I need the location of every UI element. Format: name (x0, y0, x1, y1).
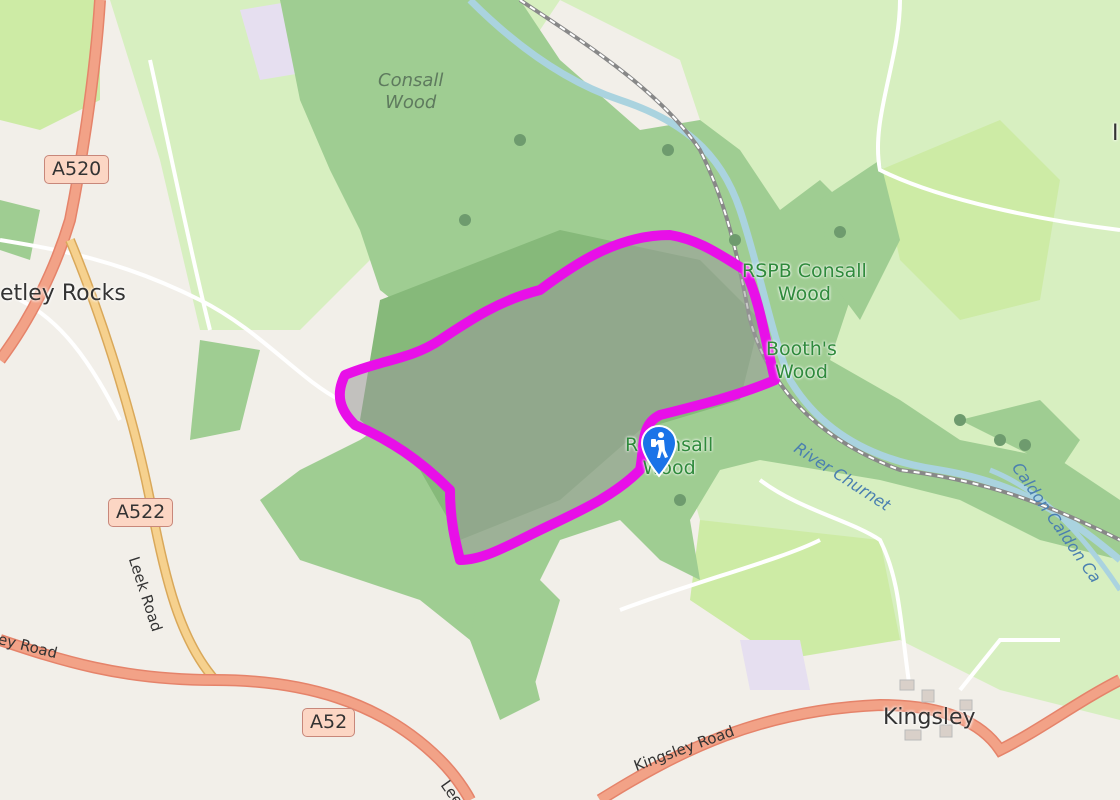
map-viewport[interactable]: Consall Wood etley Rocks Kingsley I RSPB… (0, 0, 1120, 800)
reserve-label-line2: Wood (777, 282, 831, 305)
reserve-label-line1: RSPB Consall (742, 260, 867, 282)
wood-label-line2: Wood (385, 91, 437, 113)
road-shield-a522: A522 (108, 498, 174, 527)
reserve-label-line1: Booth's (766, 338, 837, 360)
road-shield-a520: A520 (44, 155, 110, 184)
hiking-trailhead-icon (640, 424, 678, 478)
place-label-kingsley: Kingsley (883, 705, 976, 730)
wood-label-line1: Consall (378, 70, 444, 91)
reserve-label-line2: Wood (774, 360, 828, 383)
wood-label-consall: Consall Wood (378, 70, 443, 113)
map-canvas (0, 0, 1120, 800)
reserve-label-booths-wood: Booth's Wood (766, 338, 837, 384)
road-shield-a52: A52 (302, 708, 356, 737)
trailhead-marker[interactable] (640, 424, 678, 478)
place-label-fragment: I (1112, 121, 1119, 146)
reserve-label-rspb-consall: RSPB Consall Wood (742, 260, 867, 306)
place-label-etley-rocks: etley Rocks (0, 281, 126, 306)
